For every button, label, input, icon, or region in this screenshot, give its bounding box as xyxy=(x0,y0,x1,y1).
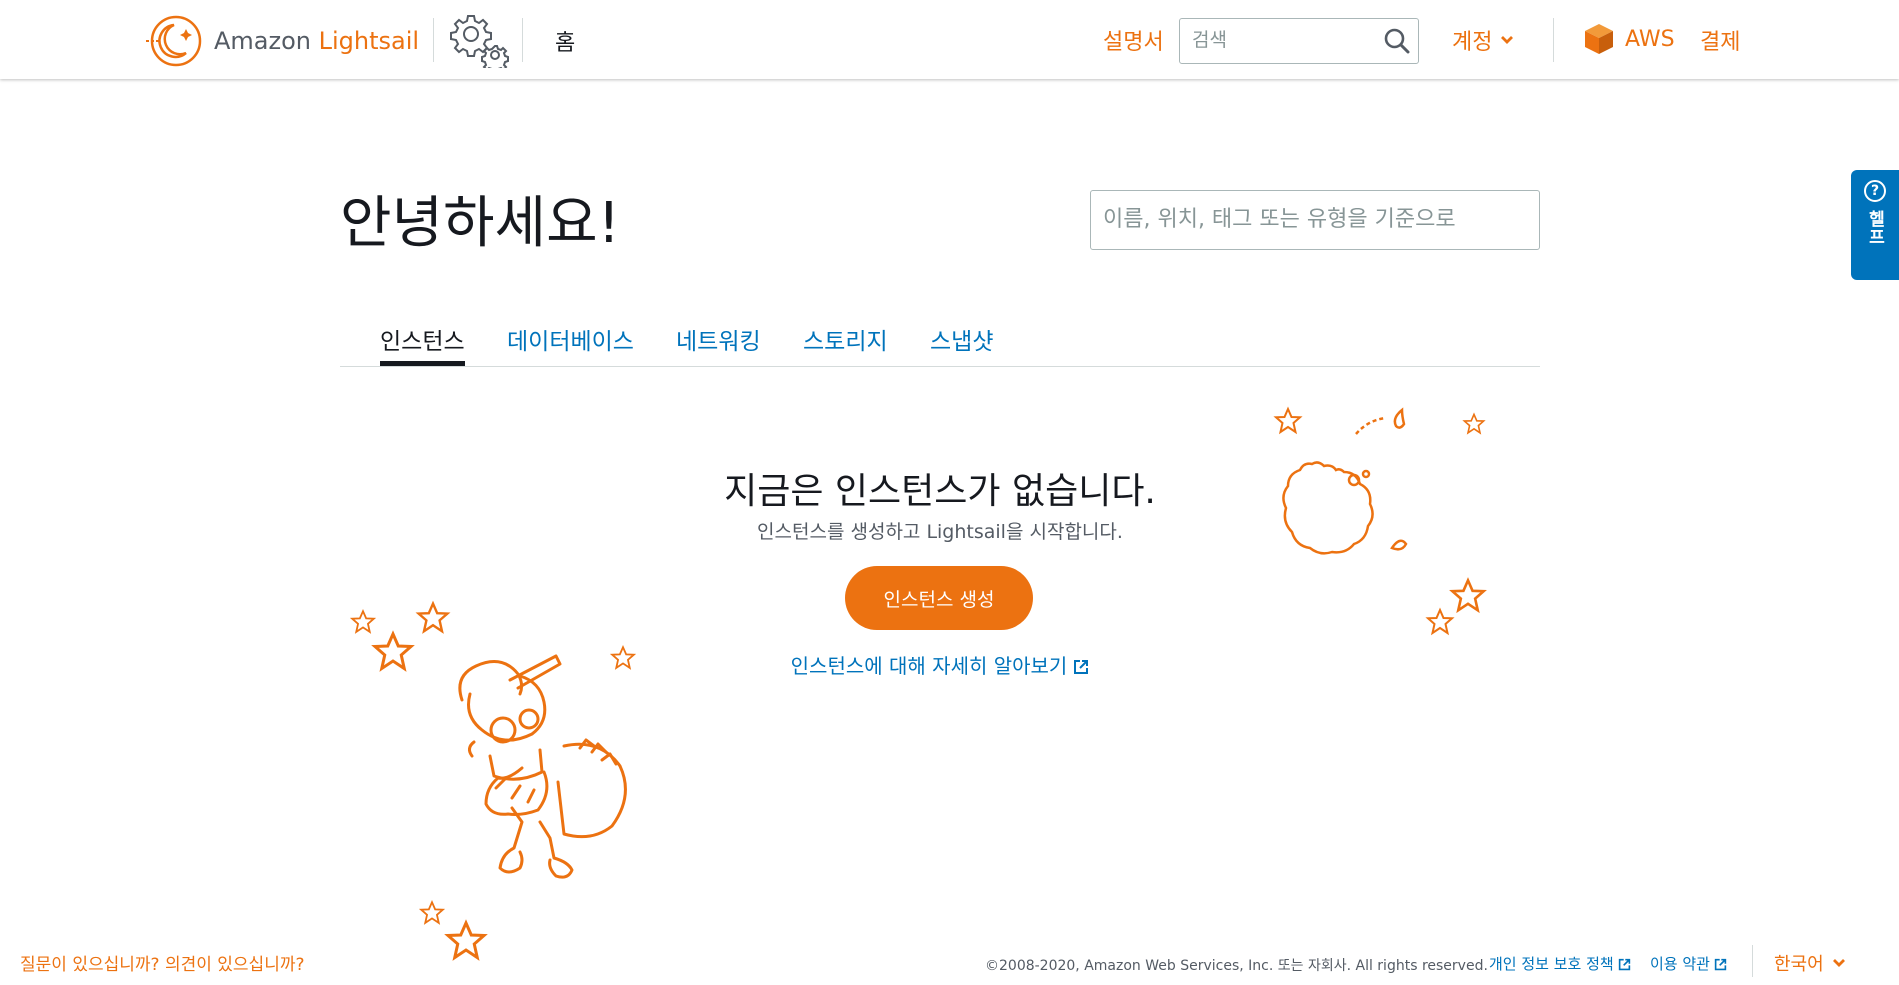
aws-console-link[interactable]: AWS xyxy=(1583,22,1675,56)
chevron-down-icon xyxy=(1832,959,1845,967)
external-link-icon xyxy=(1074,660,1089,674)
divider xyxy=(433,18,434,62)
lightsail-logo-icon xyxy=(146,15,202,67)
chevron-down-icon xyxy=(1501,36,1514,44)
top-nav: Amazon Lightsail 홈 설명서 계정 AWS 결제 xyxy=(0,0,1899,79)
account-menu[interactable]: 계정 xyxy=(1452,24,1514,56)
star-icon xyxy=(1451,579,1485,612)
filter-input[interactable] xyxy=(1101,206,1525,233)
terms-label: 이용 약관 xyxy=(1650,955,1710,973)
star-icon xyxy=(1463,413,1485,434)
language-selector[interactable]: 한국어 xyxy=(1774,950,1846,976)
tab-storage[interactable]: 스토리지 xyxy=(803,322,888,356)
terms-link[interactable]: 이용 약관 xyxy=(1650,953,1727,974)
learn-more-link[interactable]: 인스턴스에 대해 자세히 알아보기 xyxy=(0,650,1880,679)
star-icon xyxy=(446,921,486,959)
external-link-icon xyxy=(1714,958,1727,971)
billing-link[interactable]: 결제 xyxy=(1700,24,1740,56)
copyright-text: ©2008-2020, Amazon Web Services, Inc. 또는… xyxy=(985,958,1488,974)
page-title: 안녕하세요! xyxy=(340,191,621,256)
robot-illustration xyxy=(458,654,627,879)
lightsail-logo[interactable]: Amazon Lightsail xyxy=(146,13,419,69)
tab-databases[interactable]: 데이터베이스 xyxy=(507,322,634,356)
star-icon xyxy=(351,610,375,633)
star-icon xyxy=(420,901,444,924)
aws-label: AWS xyxy=(1625,26,1675,52)
search-icon[interactable] xyxy=(1384,28,1410,54)
divider xyxy=(1752,945,1753,977)
feedback-link[interactable]: 질문이 있으십니까? 의견이 있으십니까? xyxy=(20,950,305,975)
learn-more-label: 인스턴스에 대해 자세히 알아보기 xyxy=(790,654,1068,678)
tab-snapshots[interactable]: 스냅샷 xyxy=(930,322,993,356)
resource-tabs: 인스턴스 데이터베이스 네트워킹 스토리지 스냅샷 xyxy=(340,322,1540,367)
help-icon: ? xyxy=(1864,180,1886,202)
star-icon xyxy=(1427,609,1453,634)
logo-text: Amazon Lightsail xyxy=(214,27,420,55)
resource-filter[interactable] xyxy=(1090,190,1540,250)
privacy-label: 개인 정보 보호 정책 xyxy=(1489,955,1614,973)
gear-icon[interactable] xyxy=(447,10,509,68)
help-label: 헬프 xyxy=(1864,210,1885,246)
account-label: 계정 xyxy=(1452,30,1493,55)
search-input[interactable] xyxy=(1190,28,1374,52)
help-panel-tab[interactable]: ? 헬프 xyxy=(1851,170,1899,280)
create-instance-button[interactable]: 인스턴스 생성 xyxy=(845,566,1033,630)
tab-instances[interactable]: 인스턴스 xyxy=(380,322,465,366)
language-label: 한국어 xyxy=(1774,954,1824,975)
search-box[interactable] xyxy=(1179,18,1419,64)
divider xyxy=(1553,18,1554,62)
divider xyxy=(522,18,523,62)
external-link-icon xyxy=(1618,958,1630,971)
empty-state-title: 지금은 인스턴스가 없습니다. xyxy=(724,471,1156,512)
docs-link[interactable]: 설명서 xyxy=(1103,24,1164,56)
privacy-policy-link[interactable]: 개인 정보 보호 정책 xyxy=(1489,953,1631,974)
tab-networking[interactable]: 네트워킹 xyxy=(676,322,761,356)
star-icon xyxy=(417,602,449,633)
empty-state-subtitle: 인스턴스를 생성하고 Lightsail을 시작합니다. xyxy=(757,521,1123,543)
star-icon xyxy=(1275,408,1301,433)
aws-cube-icon xyxy=(1585,24,1613,54)
home-link[interactable]: 홈 xyxy=(555,25,575,57)
